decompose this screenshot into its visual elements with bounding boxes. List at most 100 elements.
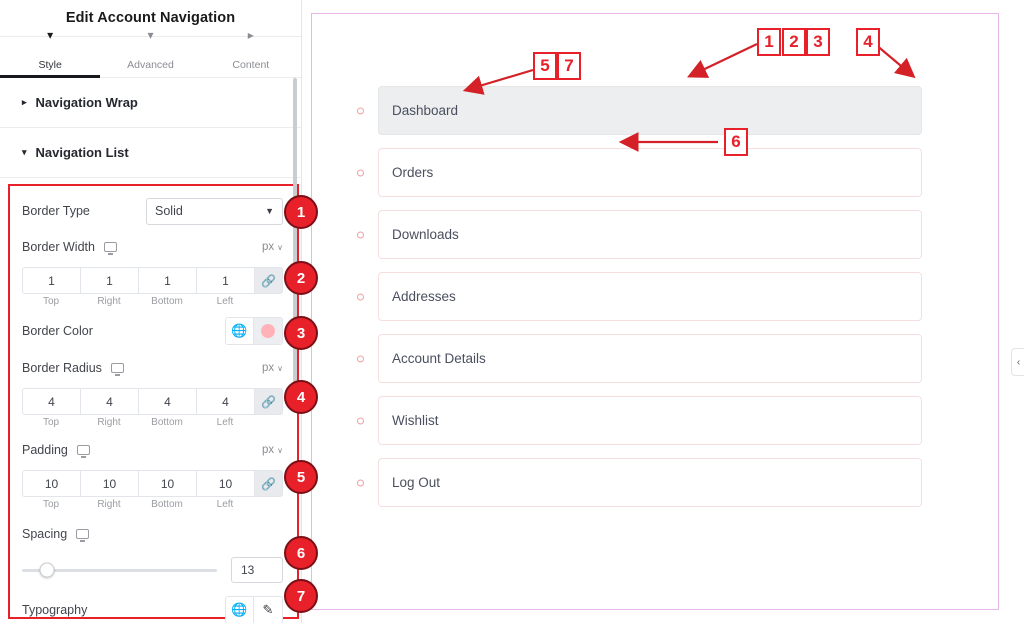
- nav-item-label: Addresses: [392, 289, 456, 304]
- border-radius-fields: 4 4 4 4 🔗: [22, 388, 283, 415]
- chevron-down-icon: ▾: [22, 147, 27, 157]
- desktop-icon[interactable]: [76, 445, 90, 458]
- chevron-down-icon: ∨: [277, 242, 283, 252]
- section-navigation-wrap[interactable]: ▸ Navigation Wrap: [0, 78, 301, 128]
- section-navigation-wrap-label: Navigation Wrap: [35, 95, 138, 110]
- padding-top-input[interactable]: 10: [22, 470, 80, 497]
- nav-item-wishlist[interactable]: Wishlist: [357, 396, 922, 445]
- side-label-left: Left: [216, 417, 234, 428]
- nav-item-log-out[interactable]: Log Out: [357, 458, 922, 507]
- side-label-right: Right: [97, 499, 121, 510]
- pencil-edit-icon[interactable]: ✎: [254, 597, 282, 623]
- globe-icon[interactable]: 🌐: [226, 597, 254, 623]
- desktop-icon[interactable]: [76, 529, 90, 542]
- padding-right-input[interactable]: 10: [80, 470, 138, 497]
- chevron-down-icon: ▼: [265, 206, 274, 216]
- border-color-row: Border Color 🌐: [22, 316, 283, 346]
- link-values-icon[interactable]: 🔗: [254, 267, 283, 294]
- bullet-icon: [357, 479, 364, 486]
- desktop-icon[interactable]: [110, 363, 124, 376]
- border-radius-left-input[interactable]: 4: [196, 388, 254, 415]
- border-width-bottom-input[interactable]: 1: [138, 267, 196, 294]
- padding-left-input[interactable]: 10: [196, 470, 254, 497]
- border-radius-bottom-input[interactable]: 4: [138, 388, 196, 415]
- tab-advanced[interactable]: ▾ Advanced: [100, 29, 200, 77]
- nav-item-dashboard[interactable]: Dashboard: [357, 86, 922, 135]
- side-label-left: Left: [216, 499, 234, 510]
- side-label-top: Top: [42, 499, 60, 510]
- globe-icon[interactable]: 🌐: [226, 318, 254, 344]
- nav-item-label: Account Details: [392, 351, 486, 366]
- border-radius-side-labels: Top Right Bottom Left: [22, 417, 283, 428]
- tab-style[interactable]: ▾ Style: [0, 29, 101, 78]
- spacing-row: Spacing: [22, 519, 283, 549]
- typography-controls: 🌐 ✎: [225, 596, 283, 623]
- side-label-top: Top: [42, 417, 60, 428]
- side-label-top: Top: [42, 296, 60, 307]
- badge-1: 1: [284, 195, 318, 229]
- link-values-icon[interactable]: 🔗: [254, 388, 283, 415]
- brush-icon: ▾: [47, 28, 54, 42]
- side-label-bottom: Bottom: [151, 417, 183, 428]
- callout-7: 7: [557, 52, 581, 80]
- panel-tabs: ▾ Style ▾ Advanced ▸ Content: [0, 29, 301, 78]
- border-color-swatch[interactable]: [254, 318, 282, 344]
- padding-side-labels: Top Right Bottom Left: [22, 499, 283, 510]
- nav-item-downloads[interactable]: Downloads: [357, 210, 922, 259]
- padding-bottom-input[interactable]: 10: [138, 470, 196, 497]
- tab-content[interactable]: ▸ Content: [201, 29, 301, 77]
- spacing-value-input[interactable]: 13: [231, 557, 283, 583]
- border-type-select[interactable]: Solid ▼: [146, 197, 283, 225]
- nav-item-orders[interactable]: Orders: [357, 148, 922, 197]
- side-label-bottom: Bottom: [151, 296, 183, 307]
- padding-unit-select[interactable]: px ∨: [262, 444, 283, 456]
- badge-7: 7: [284, 579, 318, 613]
- border-width-left-input[interactable]: 1: [196, 267, 254, 294]
- callout-5: 5: [533, 52, 557, 80]
- border-color-controls: 🌐: [225, 317, 283, 345]
- link-values-icon[interactable]: 🔗: [254, 470, 283, 497]
- border-width-right-input[interactable]: 1: [80, 267, 138, 294]
- border-radius-label: Border Radius: [22, 361, 102, 375]
- border-type-value: Solid: [155, 204, 183, 218]
- nav-item-addresses[interactable]: Addresses: [357, 272, 922, 321]
- panel-collapse-handle[interactable]: ‹: [1011, 348, 1024, 376]
- navigation-list-controls: Border Type Solid ▼ Border Width px ∨ 1 …: [8, 184, 299, 623]
- border-width-fields: 1 1 1 1 🔗: [22, 267, 283, 294]
- panel-scrollbar[interactable]: [293, 78, 297, 408]
- chevron-down-icon: ∨: [277, 445, 283, 455]
- bullet-icon: [357, 417, 364, 424]
- padding-row: Padding px ∨: [22, 435, 283, 465]
- callout-2: 2: [782, 28, 806, 56]
- spacing-slider-row: 13: [22, 557, 283, 583]
- badge-6: 6: [284, 536, 318, 570]
- padding-label: Padding: [22, 443, 68, 457]
- border-radius-right-input[interactable]: 4: [80, 388, 138, 415]
- border-color-label: Border Color: [22, 324, 93, 338]
- chevron-right-icon: ▸: [22, 97, 27, 107]
- border-width-side-labels: Top Right Bottom Left: [22, 296, 283, 307]
- nav-item-label: Downloads: [392, 227, 459, 242]
- spacing-label: Spacing: [22, 527, 68, 541]
- callout-3: 3: [806, 28, 830, 56]
- section-navigation-list-label: Navigation List: [35, 145, 129, 160]
- border-width-unit-select[interactable]: px ∨: [262, 241, 283, 253]
- bullet-icon: [357, 107, 364, 114]
- badge-5: 5: [284, 460, 318, 494]
- border-width-unit: px: [261, 241, 275, 253]
- side-label-right: Right: [97, 296, 121, 307]
- nav-item-label: Dashboard: [392, 103, 459, 118]
- editor-panel: Edit Account Navigation ▾ Style ▾ Advanc…: [0, 0, 302, 623]
- section-navigation-list[interactable]: ▾ Navigation List: [0, 128, 301, 178]
- border-radius-top-input[interactable]: 4: [22, 388, 80, 415]
- callout-1: 1: [757, 28, 781, 56]
- border-radius-unit-select[interactable]: px ∨: [262, 362, 283, 374]
- padding-fields: 10 10 10 10 🔗: [22, 470, 283, 497]
- spacing-slider-thumb[interactable]: [39, 562, 55, 578]
- border-width-top-input[interactable]: 1: [22, 267, 80, 294]
- spacing-slider[interactable]: [22, 562, 217, 578]
- desktop-icon[interactable]: [103, 242, 117, 255]
- preview-canvas: Dashboard Orders Downloads Addresses Account…: [311, 13, 999, 610]
- nav-item-account-details[interactable]: Account Details: [357, 334, 922, 383]
- bullet-icon: [357, 355, 364, 362]
